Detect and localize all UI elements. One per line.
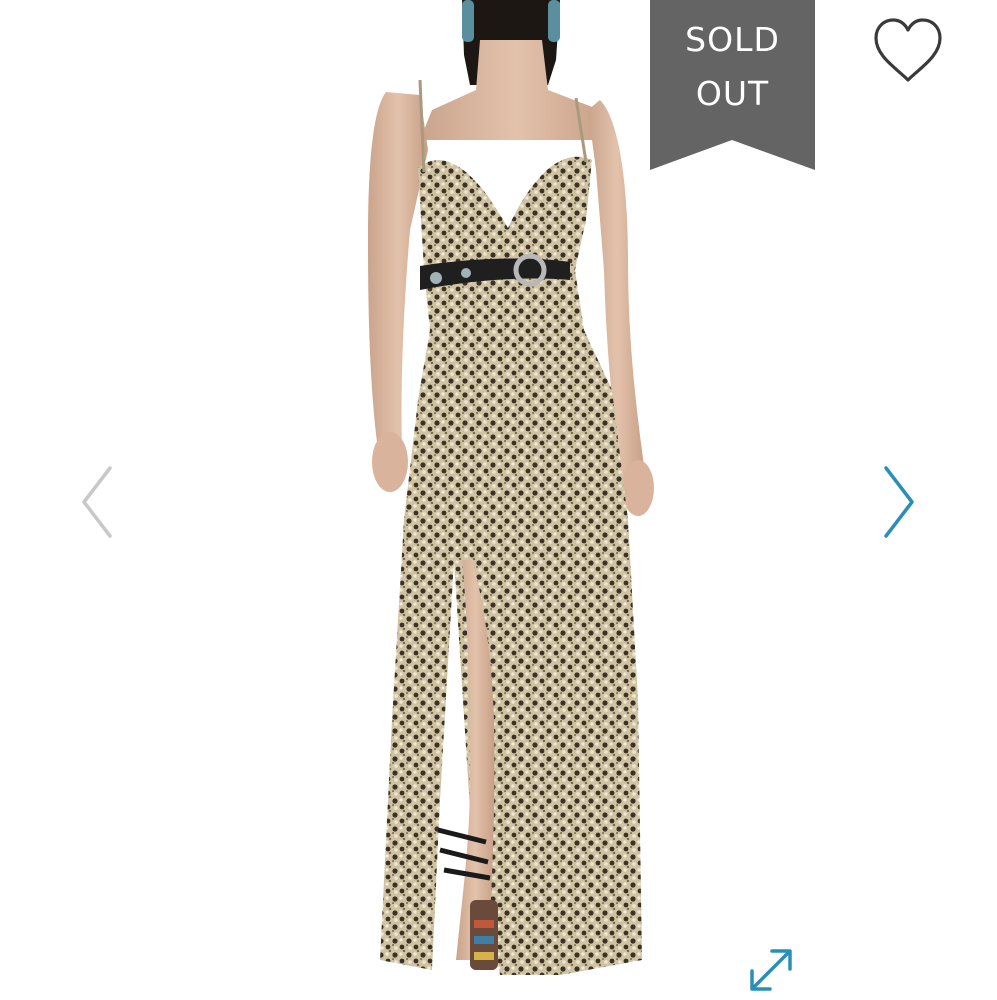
add-to-wishlist-button[interactable]: [866, 14, 950, 88]
product-gallery: SOLD OUT: [0, 0, 997, 1000]
sold-out-label-line-2: OUT: [695, 74, 770, 113]
sold-out-badge: SOLD OUT: [650, 0, 815, 170]
product-photo: [368, 0, 654, 975]
expand-diagonal-icon: [750, 949, 792, 991]
chevron-left-icon: [82, 466, 112, 538]
next-image-button[interactable]: [878, 462, 922, 542]
expand-image-button[interactable]: [744, 943, 798, 997]
sold-out-label-line-1: SOLD: [685, 20, 780, 59]
previous-image-button[interactable]: [74, 462, 118, 542]
heart-outline-icon: [874, 18, 942, 82]
chevron-right-icon: [884, 466, 914, 538]
